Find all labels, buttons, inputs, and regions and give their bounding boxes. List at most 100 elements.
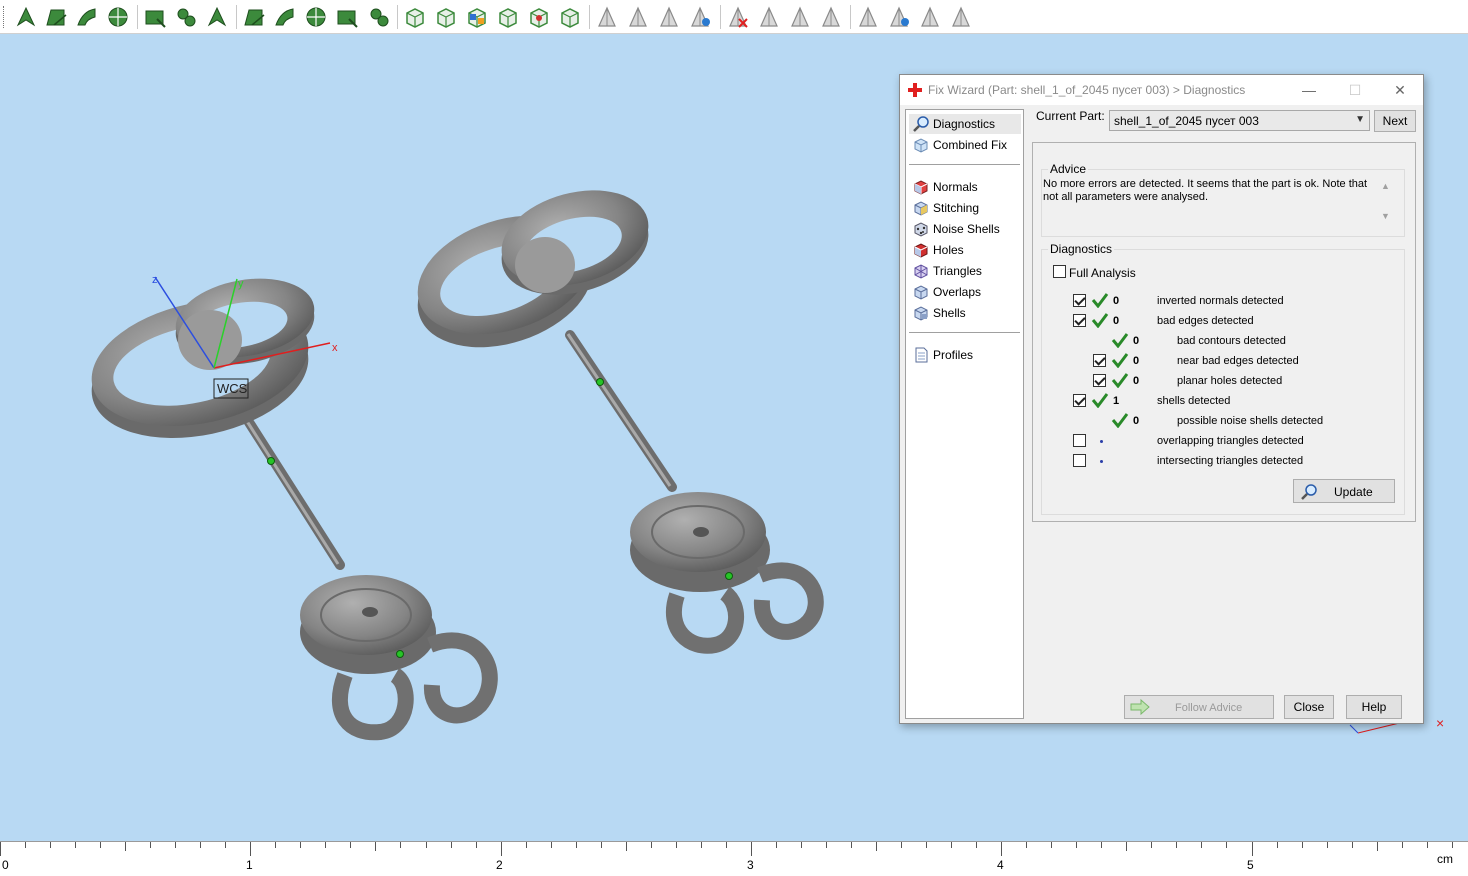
toolbar-separator — [137, 5, 138, 29]
planar-holes-checkbox[interactable] — [1093, 374, 1106, 387]
ruler-tick — [476, 842, 477, 848]
stitching-cube-icon — [914, 201, 928, 216]
box-view-6-icon[interactable] — [558, 5, 582, 29]
box-view-5-icon[interactable] — [527, 5, 551, 29]
nav-item-normals[interactable]: Normals — [909, 177, 1021, 197]
nav-label: Triangles — [933, 264, 982, 278]
select-area-icon[interactable] — [44, 5, 68, 29]
nav-label: Normals — [933, 180, 978, 194]
overlaps-cube-icon — [914, 285, 928, 300]
nav-label: Shells — [933, 306, 966, 320]
scroll-up-icon[interactable]: ▲ — [1381, 181, 1390, 191]
select-multi-icon[interactable] — [304, 5, 328, 29]
toolbar-grip[interactable] — [3, 6, 6, 28]
select-wheel-icon[interactable] — [335, 5, 359, 29]
shell-mark-4-icon[interactable] — [949, 5, 973, 29]
ruler-tick — [926, 842, 927, 848]
intersecting-triangles-checkbox[interactable] — [1073, 454, 1086, 467]
near-bad-edges-checkbox[interactable] — [1093, 354, 1106, 367]
nav-label: Diagnostics — [933, 117, 996, 131]
select-surface-icon[interactable] — [367, 5, 391, 29]
select-curve-icon[interactable] — [75, 5, 99, 29]
ruler-tick — [300, 842, 301, 848]
ruler-tick — [25, 842, 26, 848]
triangle-mark-5-icon[interactable] — [757, 5, 781, 29]
bad-edges-checkbox[interactable] — [1073, 314, 1086, 327]
triangle-mark-3-icon[interactable] — [657, 5, 681, 29]
select-path-icon[interactable] — [205, 5, 229, 29]
green-check-icon — [1091, 393, 1109, 408]
wcs-label: WCS — [217, 381, 248, 396]
overlapping-triangles-checkbox[interactable] — [1073, 434, 1086, 447]
box-view-4-icon[interactable] — [496, 5, 520, 29]
box-view-3-icon[interactable] — [465, 5, 489, 29]
close-window-button[interactable]: ✕ — [1377, 75, 1423, 105]
ruler-tick — [776, 842, 777, 848]
current-part-select[interactable]: shell_1_of_2045 пусет 003 ▼ — [1109, 110, 1370, 131]
earring-model-right[interactable] — [402, 175, 824, 654]
toolbar-separator — [236, 5, 237, 29]
close-button[interactable]: Close — [1284, 695, 1334, 719]
ruler-tick — [676, 842, 677, 848]
box-view-1-icon[interactable] — [403, 5, 427, 29]
shell-mark-2-icon[interactable] — [887, 5, 911, 29]
ruler-tick — [1201, 842, 1202, 848]
advice-title: Advice — [1048, 162, 1089, 176]
shell-mark-3-icon[interactable] — [918, 5, 942, 29]
ruler-label-0: 0 — [2, 858, 9, 872]
next-button[interactable]: Next — [1374, 110, 1416, 132]
nav-item-stitching[interactable]: Stitching — [909, 198, 1021, 218]
nav-item-profiles[interactable]: Profiles — [909, 345, 1021, 365]
ruler-tick — [125, 842, 126, 851]
triangle-mark-6-icon[interactable] — [788, 5, 812, 29]
earring-model-left[interactable] — [80, 268, 498, 741]
nav-label: Overlaps — [933, 285, 982, 299]
ruler-tick — [901, 842, 902, 848]
nav-item-shells[interactable]: Shells — [909, 303, 1021, 323]
nav-item-overlaps[interactable]: Overlaps — [909, 282, 1021, 302]
scroll-down-icon[interactable]: ▼ — [1381, 211, 1390, 221]
advice-scrollbar[interactable]: ▲ ▼ — [1379, 177, 1393, 229]
row-count: 0 — [1133, 375, 1140, 387]
ruler-tick — [250, 842, 251, 856]
triangles-cube-icon — [914, 264, 928, 279]
ruler-tick — [1252, 842, 1253, 856]
select-rect-icon[interactable] — [143, 5, 167, 29]
triangle-mark-7-icon[interactable] — [819, 5, 843, 29]
row-label: bad edges detected — [1157, 315, 1254, 327]
follow-advice-button[interactable]: Follow Advice — [1124, 695, 1274, 719]
row-label: intersecting triangles detected — [1157, 455, 1304, 467]
select-plane-icon[interactable] — [242, 5, 266, 29]
help-button[interactable]: Help — [1346, 695, 1402, 719]
nav-item-noise-shells[interactable]: Noise Shells — [909, 219, 1021, 239]
green-check-icon — [1111, 333, 1129, 348]
green-check-icon — [1091, 293, 1109, 308]
shells-checkbox[interactable] — [1073, 394, 1086, 407]
select-triangle-icon[interactable] — [14, 5, 38, 29]
full-analysis-checkbox[interactable] — [1053, 265, 1066, 278]
nav-item-combined-fix[interactable]: Combined Fix — [909, 135, 1021, 155]
box-view-2-icon[interactable] — [434, 5, 458, 29]
select-circle-icon[interactable] — [106, 5, 130, 29]
triangle-mark-1-icon[interactable] — [595, 5, 619, 29]
ruler-tick — [75, 842, 76, 848]
maximize-button[interactable]: ☐ — [1332, 75, 1378, 105]
triangle-mark-4-icon[interactable] — [688, 5, 712, 29]
nav-item-triangles[interactable]: Triangles — [909, 261, 1021, 281]
row-label: shells detected — [1157, 395, 1231, 407]
dialog-titlebar[interactable]: Fix Wizard (Part: shell_1_of_2045 пусет … — [900, 75, 1423, 105]
select-edge-icon[interactable] — [273, 5, 297, 29]
select-shell-icon[interactable] — [174, 5, 198, 29]
update-button[interactable]: Update — [1293, 479, 1395, 503]
ruler-tick — [1176, 842, 1177, 848]
inverted-normals-checkbox[interactable] — [1073, 294, 1086, 307]
ruler-tick — [275, 842, 276, 848]
minimize-button[interactable]: — — [1286, 75, 1332, 105]
nav-item-holes[interactable]: Holes — [909, 240, 1021, 260]
ruler-tick — [1377, 842, 1378, 851]
ruler-tick — [1076, 842, 1077, 848]
triangle-mark-2-icon[interactable] — [626, 5, 650, 29]
shell-mark-1-icon[interactable] — [856, 5, 880, 29]
nav-item-diagnostics[interactable]: Diagnostics — [909, 114, 1021, 134]
triangle-unmark-icon[interactable] — [726, 5, 750, 29]
